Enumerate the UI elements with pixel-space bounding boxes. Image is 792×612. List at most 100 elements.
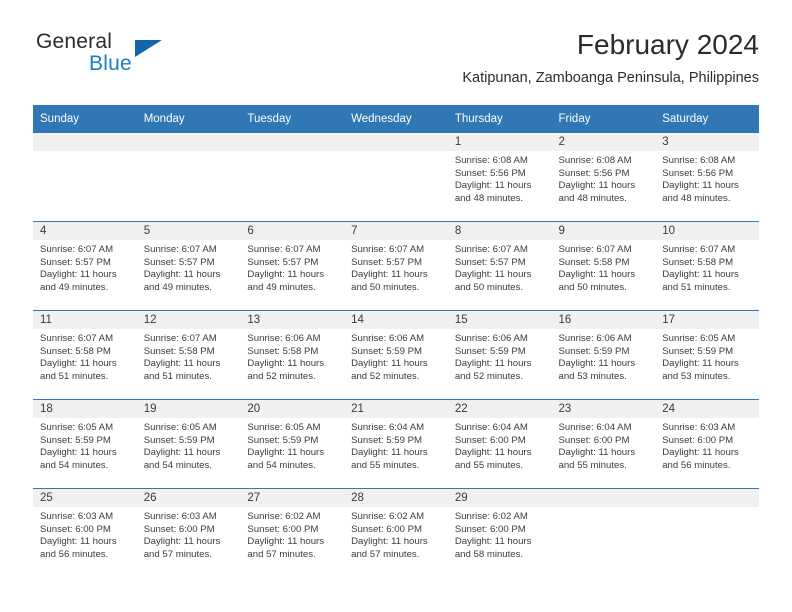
day-details: Sunrise: 6:07 AM Sunset: 5:58 PM Daylight:… (552, 240, 656, 294)
calendar-page: General Blue February 2024 Katipunan, Za… (0, 0, 792, 612)
daylight-text: Daylight: 11 hours and 49 minutes. (143, 269, 221, 293)
sunrise-text: Sunrise: 6:06 AM (454, 333, 528, 344)
day-number: 15 (447, 311, 552, 329)
day-cell-content (136, 133, 241, 221)
calendar-day-cell[interactable]: 4 Sunrise: 6:07 AM Sunset: 5:57 PM Daylight… (33, 221, 137, 311)
day-details: Sunrise: 6:08 AM Sunset: 5:56 PM Daylight:… (655, 151, 759, 205)
page-title: February 2024 (576, 29, 759, 60)
day-cell-content: 5 Sunrise: 6:07 AM Sunset: 5:57 PM Daylight… (136, 222, 241, 310)
day-cell-content: 8 Sunrise: 6:07 AM Sunset: 5:57 PM Daylight… (447, 222, 552, 310)
calendar-day-cell[interactable]: 20 Sunrise: 6:05 AM Sunset: 5:59 PM Dayligh… (240, 399, 345, 489)
brand-logo[interactable]: General Blue (33, 28, 263, 84)
calendar-day-cell[interactable]: 19 Sunrise: 6:05 AM Sunset: 5:59 PM Dayligh… (136, 399, 241, 489)
sunset-text: Sunset: 6:00 PM (558, 434, 630, 446)
calendar-day-cell[interactable]: 1 Sunrise: 6:08 AM Sunset: 5:56 PM Daylight… (447, 133, 552, 222)
sunrise-text: Sunrise: 6:05 AM (662, 333, 736, 344)
day-details: Sunrise: 6:05 AM Sunset: 5:59 PM Daylight:… (655, 329, 759, 383)
day-cell-content: 20 Sunrise: 6:05 AM Sunset: 5:59 PM Dayligh… (240, 400, 345, 488)
calendar-day-cell[interactable]: 26 Sunrise: 6:03 AM Sunset: 6:00 PM Dayligh… (136, 488, 241, 577)
calendar-day-cell[interactable]: 9 Sunrise: 6:07 AM Sunset: 5:58 PM Daylight… (551, 221, 656, 311)
brand-name-general: General (36, 30, 113, 53)
sunrise-text: Sunrise: 6:04 AM (558, 422, 632, 433)
day-number (240, 133, 345, 151)
day-cell-content: 2 Sunrise: 6:08 AM Sunset: 5:56 PM Daylight… (551, 133, 656, 221)
day-number (33, 133, 137, 151)
day-cell-content (344, 133, 448, 221)
sunrise-text: Sunrise: 6:07 AM (40, 333, 114, 344)
calendar-day-cell[interactable]: 7 Sunrise: 6:07 AM Sunset: 5:57 PM Daylight… (344, 221, 448, 311)
daylight-text: Daylight: 11 hours and 54 minutes. (143, 447, 221, 471)
calendar-day-cell[interactable]: 22 Sunrise: 6:04 AM Sunset: 6:00 PM Dayligh… (447, 399, 552, 489)
daylight-text: Daylight: 11 hours and 49 minutes. (40, 269, 117, 293)
sunrise-text: Sunrise: 6:03 AM (40, 511, 114, 522)
day-details: Sunrise: 6:07 AM Sunset: 5:57 PM Daylight:… (137, 240, 241, 294)
calendar-day-cell[interactable]: 8 Sunrise: 6:07 AM Sunset: 5:57 PM Daylight… (447, 221, 552, 311)
page-subtitle: Katipunan, Zamboanga Peninsula, Philippi… (462, 70, 759, 86)
sunrise-text: Sunrise: 6:02 AM (454, 511, 528, 522)
day-cell-content (33, 133, 137, 221)
calendar-day-cell[interactable]: 28 Sunrise: 6:02 AM Sunset: 6:00 PM Dayligh… (344, 488, 448, 577)
day-cell-content: 24 Sunrise: 6:03 AM Sunset: 6:00 PM Dayligh… (655, 400, 759, 488)
title-block: February 2024 Katipunan, Zamboanga Penin… (462, 28, 759, 88)
weekday-header-tuesday: Tuesday (240, 105, 345, 133)
day-cell-content (551, 489, 656, 577)
daylight-text: Daylight: 11 hours and 57 minutes. (143, 536, 221, 560)
calendar-week-row: 11 Sunrise: 6:07 AM Sunset: 5:58 PM Dayligh… (33, 310, 759, 400)
sunrise-text: Sunrise: 6:03 AM (662, 422, 736, 433)
calendar-day-cell[interactable]: 21 Sunrise: 6:04 AM Sunset: 5:59 PM Dayligh… (344, 399, 448, 489)
day-cell-content (655, 489, 759, 577)
daylight-text: Daylight: 11 hours and 49 minutes. (247, 269, 325, 293)
calendar-day-cell[interactable]: 15 Sunrise: 6:06 AM Sunset: 5:59 PM Dayligh… (447, 310, 552, 400)
day-details: Sunrise: 6:05 AM Sunset: 5:59 PM Daylight:… (33, 418, 137, 472)
calendar-day-cell[interactable]: 3 Sunrise: 6:08 AM Sunset: 5:56 PM Daylight… (655, 133, 759, 222)
day-number: 20 (240, 400, 345, 418)
day-details: Sunrise: 6:02 AM Sunset: 6:00 PM Daylight:… (344, 507, 448, 561)
sunset-text: Sunset: 6:00 PM (454, 523, 526, 535)
day-cell-content: 4 Sunrise: 6:07 AM Sunset: 5:57 PM Daylight… (33, 222, 137, 310)
calendar-day-cell[interactable]: 24 Sunrise: 6:03 AM Sunset: 6:00 PM Dayligh… (655, 399, 759, 489)
calendar-day-cell[interactable]: 29 Sunrise: 6:02 AM Sunset: 6:00 PM Dayligh… (447, 488, 552, 577)
day-number: 28 (344, 489, 448, 507)
day-details: Sunrise: 6:03 AM Sunset: 6:00 PM Daylight:… (137, 507, 241, 561)
calendar-day-cell[interactable]: 23 Sunrise: 6:04 AM Sunset: 6:00 PM Dayligh… (551, 399, 656, 489)
calendar-day-cell[interactable]: 5 Sunrise: 6:07 AM Sunset: 5:57 PM Daylight… (136, 221, 241, 311)
day-details: Sunrise: 6:06 AM Sunset: 5:58 PM Daylight:… (240, 329, 344, 383)
calendar-day-cell[interactable]: 14 Sunrise: 6:06 AM Sunset: 5:59 PM Dayligh… (344, 310, 448, 400)
calendar-day-cell[interactable]: 10 Sunrise: 6:07 AM Sunset: 5:58 PM Dayligh… (655, 221, 759, 311)
sunset-text: Sunset: 6:00 PM (143, 523, 215, 535)
calendar-day-cell[interactable]: 12 Sunrise: 6:07 AM Sunset: 5:58 PM Dayligh… (136, 310, 241, 400)
day-cell-content: 1 Sunrise: 6:08 AM Sunset: 5:56 PM Daylight… (447, 133, 552, 221)
calendar-day-cell[interactable]: 13 Sunrise: 6:06 AM Sunset: 5:58 PM Dayligh… (240, 310, 345, 400)
sunset-text: Sunset: 5:56 PM (454, 167, 526, 179)
calendar-week-row: 18 Sunrise: 6:05 AM Sunset: 5:59 PM Dayligh… (33, 399, 759, 489)
sunset-text: Sunset: 5:57 PM (454, 256, 526, 268)
day-number: 7 (344, 222, 448, 240)
calendar-day-cell[interactable]: 25 Sunrise: 6:03 AM Sunset: 6:00 PM Dayligh… (33, 488, 137, 577)
sunset-text: Sunset: 6:00 PM (351, 523, 423, 535)
calendar-day-cell[interactable]: 16 Sunrise: 6:06 AM Sunset: 5:59 PM Dayligh… (551, 310, 656, 400)
calendar-week-row: 4 Sunrise: 6:07 AM Sunset: 5:57 PM Daylight… (33, 221, 759, 311)
calendar-day-cell[interactable]: 27 Sunrise: 6:02 AM Sunset: 6:00 PM Dayligh… (240, 488, 345, 577)
calendar-day-cell[interactable]: 2 Sunrise: 6:08 AM Sunset: 5:56 PM Daylight… (551, 133, 656, 222)
day-number: 29 (447, 489, 552, 507)
calendar-day-cell[interactable]: 6 Sunrise: 6:07 AM Sunset: 5:57 PM Daylight… (240, 221, 345, 311)
day-details: Sunrise: 6:05 AM Sunset: 5:59 PM Daylight:… (240, 418, 344, 472)
day-cell-content: 28 Sunrise: 6:02 AM Sunset: 6:00 PM Dayligh… (344, 489, 448, 577)
day-number: 13 (240, 311, 345, 329)
daylight-text: Daylight: 11 hours and 48 minutes. (454, 180, 532, 204)
sunrise-text: Sunrise: 6:06 AM (351, 333, 425, 344)
sunset-text: Sunset: 5:59 PM (558, 345, 630, 357)
sunrise-text: Sunrise: 6:04 AM (351, 422, 425, 433)
sunrise-text: Sunrise: 6:04 AM (454, 422, 528, 433)
calendar-day-cell[interactable]: 11 Sunrise: 6:07 AM Sunset: 5:58 PM Dayligh… (33, 310, 137, 400)
day-details: Sunrise: 6:07 AM Sunset: 5:57 PM Daylight:… (344, 240, 448, 294)
calendar-day-cell-empty (33, 133, 137, 222)
day-number: 9 (551, 222, 656, 240)
day-number: 17 (655, 311, 759, 329)
calendar-day-cell[interactable]: 17 Sunrise: 6:05 AM Sunset: 5:59 PM Dayligh… (655, 310, 759, 400)
sunset-text: Sunset: 6:00 PM (454, 434, 526, 446)
calendar-day-cell[interactable]: 18 Sunrise: 6:05 AM Sunset: 5:59 PM Dayligh… (33, 399, 137, 489)
day-details: Sunrise: 6:07 AM Sunset: 5:57 PM Daylight:… (448, 240, 552, 294)
day-details: Sunrise: 6:07 AM Sunset: 5:58 PM Daylight:… (655, 240, 759, 294)
day-details: Sunrise: 6:03 AM Sunset: 6:00 PM Daylight:… (655, 418, 759, 472)
